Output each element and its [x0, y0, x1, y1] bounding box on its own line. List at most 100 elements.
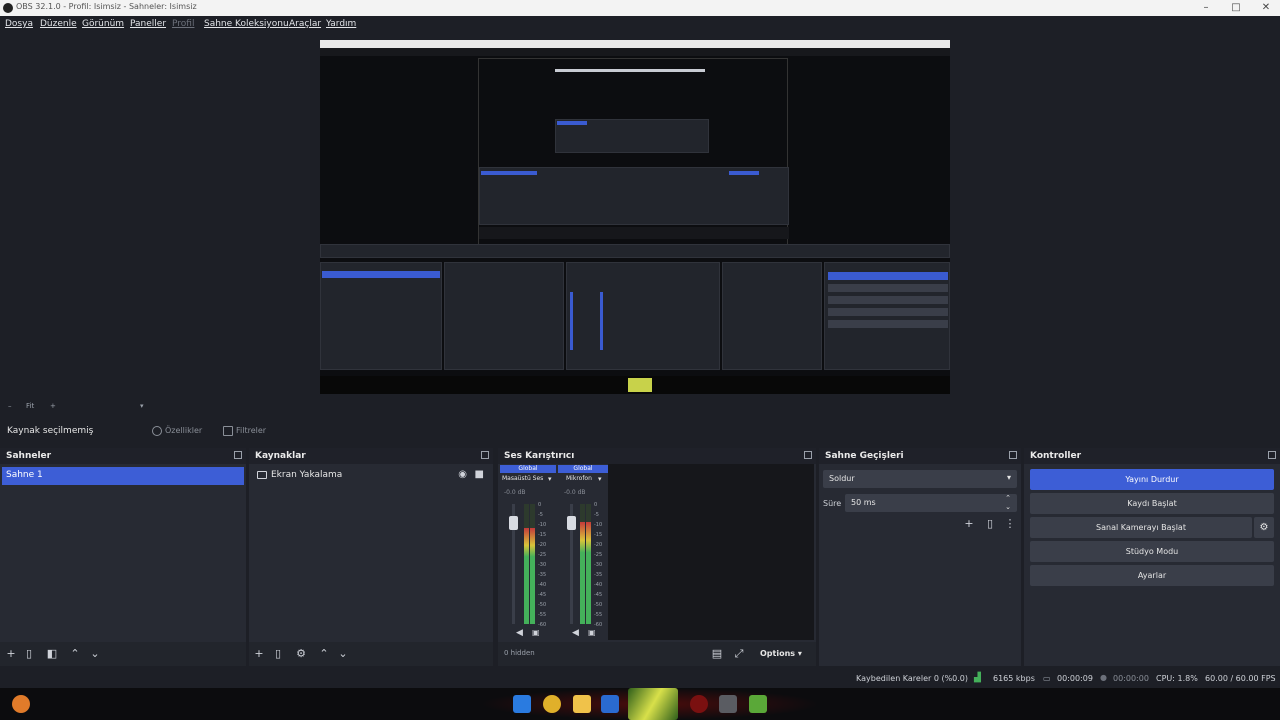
properties-button[interactable]: Özellikler	[151, 423, 202, 439]
options-button[interactable]: Options ▾	[760, 649, 802, 658]
link-icon[interactable]: ⤢	[732, 647, 746, 661]
speaker-icon[interactable]: ◀	[516, 628, 523, 638]
transition-select[interactable]: Soldur ▾	[823, 470, 1017, 488]
chevron-down-icon[interactable]: ▾	[548, 475, 552, 483]
chevron-down-icon[interactable]: ⌄	[336, 647, 350, 661]
virtual-camera-settings-button[interactable]: ⚙	[1254, 517, 1274, 538]
float-icon[interactable]	[1009, 451, 1017, 459]
nested-source-bar	[320, 244, 950, 258]
scene-item[interactable]: Sahne 1	[2, 467, 244, 485]
eye-icon[interactable]: ◉	[458, 469, 467, 480]
obs-icon[interactable]	[719, 695, 737, 713]
volume-slider-handle[interactable]	[509, 516, 518, 530]
db-scale: 0 -5 -10 -15 -20 -25 -30 -35 -40 -45 -50 -55 -60	[594, 502, 608, 628]
db-tick: -5	[538, 512, 543, 518]
scenes-title: Sahneler	[6, 451, 52, 461]
chevron-down-icon[interactable]: ▾	[598, 475, 602, 483]
close-button[interactable]: ✕	[1256, 1, 1276, 15]
zoom-in-icon[interactable]: +	[50, 402, 56, 410]
chrome-icon[interactable]	[543, 695, 561, 713]
minimize-button[interactable]: –	[1196, 1, 1216, 15]
float-icon[interactable]	[1268, 451, 1276, 459]
menu-scene-collection[interactable]: Sahne Koleksiyonu	[204, 19, 289, 29]
start-recording-button[interactable]: Kaydı Başlat	[1030, 493, 1274, 514]
db-tick: -20	[594, 542, 603, 548]
start-icon[interactable]	[513, 695, 531, 713]
nested-transitions	[722, 262, 822, 370]
cpu-usage: CPU: 1.8%	[1156, 674, 1198, 683]
transitions-title: Sahne Geçişleri	[825, 451, 904, 461]
stop-stream-button[interactable]: Yayını Durdur	[1030, 469, 1274, 490]
menu-profile[interactable]: Profil	[172, 19, 194, 29]
duration-value: 50 ms	[851, 498, 876, 507]
app-icon[interactable]	[690, 695, 708, 713]
preview-canvas[interactable]	[320, 40, 950, 394]
db-tick: 0	[594, 502, 598, 508]
lock-icon[interactable]: ■	[475, 469, 484, 480]
menu-docks[interactable]: Paneller	[130, 19, 166, 29]
lock-icon[interactable]: ▣	[588, 628, 596, 637]
weather-icon[interactable]	[12, 695, 30, 713]
add-icon[interactable]: +	[962, 517, 976, 531]
float-icon[interactable]	[234, 451, 242, 459]
speaker-icon[interactable]: ◀	[572, 628, 579, 638]
store-icon[interactable]	[601, 695, 619, 713]
minecraft-icon[interactable]	[749, 695, 767, 713]
trash-icon[interactable]: ▯	[271, 647, 285, 661]
db-tick: -20	[538, 542, 547, 548]
float-icon[interactable]	[804, 451, 812, 459]
gear-icon[interactable]: ⚙	[294, 647, 308, 661]
filter-icon[interactable]: ◧	[45, 647, 59, 661]
source-item-label: Ekran Yakalama	[271, 470, 343, 480]
folder-icon[interactable]	[573, 695, 591, 713]
sources-toolbar: + ▯ ⚙ ⌃ ⌄	[249, 642, 493, 666]
channel-name[interactable]: Masaüstü Ses	[502, 475, 546, 485]
maximize-button[interactable]: □	[1226, 1, 1246, 15]
transitions-header: Sahne Geçişleri	[819, 448, 1021, 464]
trash-icon[interactable]: ▯	[22, 647, 36, 661]
duration-spinbox[interactable]: 50 ms ⌃ ⌄	[845, 494, 1017, 512]
trash-icon[interactable]: ▯	[983, 517, 997, 531]
channel-db: -0.0 dB	[504, 489, 526, 496]
source-item[interactable]: Ekran Yakalama ◉ ■	[251, 467, 491, 485]
menu-file[interactable]: Dosya	[5, 19, 33, 29]
float-icon[interactable]	[481, 451, 489, 459]
db-tick: -40	[538, 582, 547, 588]
mixer-channel: Global Masaüstü Ses ▾ -0.0 dB 0 -5 -10 -15 -…	[500, 464, 556, 640]
options-label: Options	[760, 649, 796, 658]
menu-view[interactable]: Görünüm	[82, 19, 124, 29]
menu-tools[interactable]: Araçlar	[289, 19, 321, 29]
zoom-out-icon[interactable]: –	[8, 402, 12, 410]
filters-button[interactable]: Filtreler	[222, 423, 266, 439]
chevron-up-icon[interactable]: ⌃	[317, 647, 331, 661]
nested-sources	[444, 262, 564, 370]
db-tick: -45	[594, 592, 603, 598]
volume-slider-handle[interactable]	[567, 516, 576, 530]
spin-arrows-icon[interactable]: ⌃ ⌄	[1005, 494, 1011, 512]
obs-logo-icon	[3, 3, 13, 13]
nested-titlebar	[320, 40, 950, 48]
chevron-down-icon[interactable]: ⌄	[88, 647, 102, 661]
record-icon: ●	[1100, 673, 1107, 682]
menu-edit[interactable]: Düzenle	[40, 19, 77, 29]
chevron-up-icon[interactable]: ⌃	[68, 647, 82, 661]
start-virtual-camera-button[interactable]: Sanal Kamerayı Başlat	[1030, 517, 1252, 538]
source-toolbar: Kaynak seçilmemiş Özellikler Filtreler	[0, 418, 1280, 442]
channel-name[interactable]: Mikrofon	[566, 475, 598, 485]
layout-icon[interactable]: ▤	[710, 647, 724, 661]
properties-label: Özellikler	[165, 426, 203, 435]
studio-mode-button[interactable]: Stüdyo Modu	[1030, 541, 1274, 562]
db-tick: -30	[538, 562, 547, 568]
menu-bar: Dosya Düzenle Görünüm Paneller Profil Sa…	[0, 16, 1280, 32]
settings-button[interactable]: Ayarlar	[1030, 565, 1274, 586]
lock-icon[interactable]: ▣	[532, 628, 540, 637]
controls-header: Kontroller	[1024, 448, 1280, 464]
chevron-down-icon[interactable]: ▾	[140, 402, 144, 410]
mixer-toolbar: 0 hidden ▤ ⤢ Options ▾	[498, 642, 816, 666]
add-icon[interactable]: +	[4, 647, 18, 661]
menu-help[interactable]: Yardım	[326, 19, 356, 29]
add-icon[interactable]: +	[252, 647, 266, 661]
more-icon[interactable]: ⋮	[1003, 517, 1017, 531]
game-icon[interactable]	[628, 688, 678, 720]
db-tick: -25	[538, 552, 547, 558]
